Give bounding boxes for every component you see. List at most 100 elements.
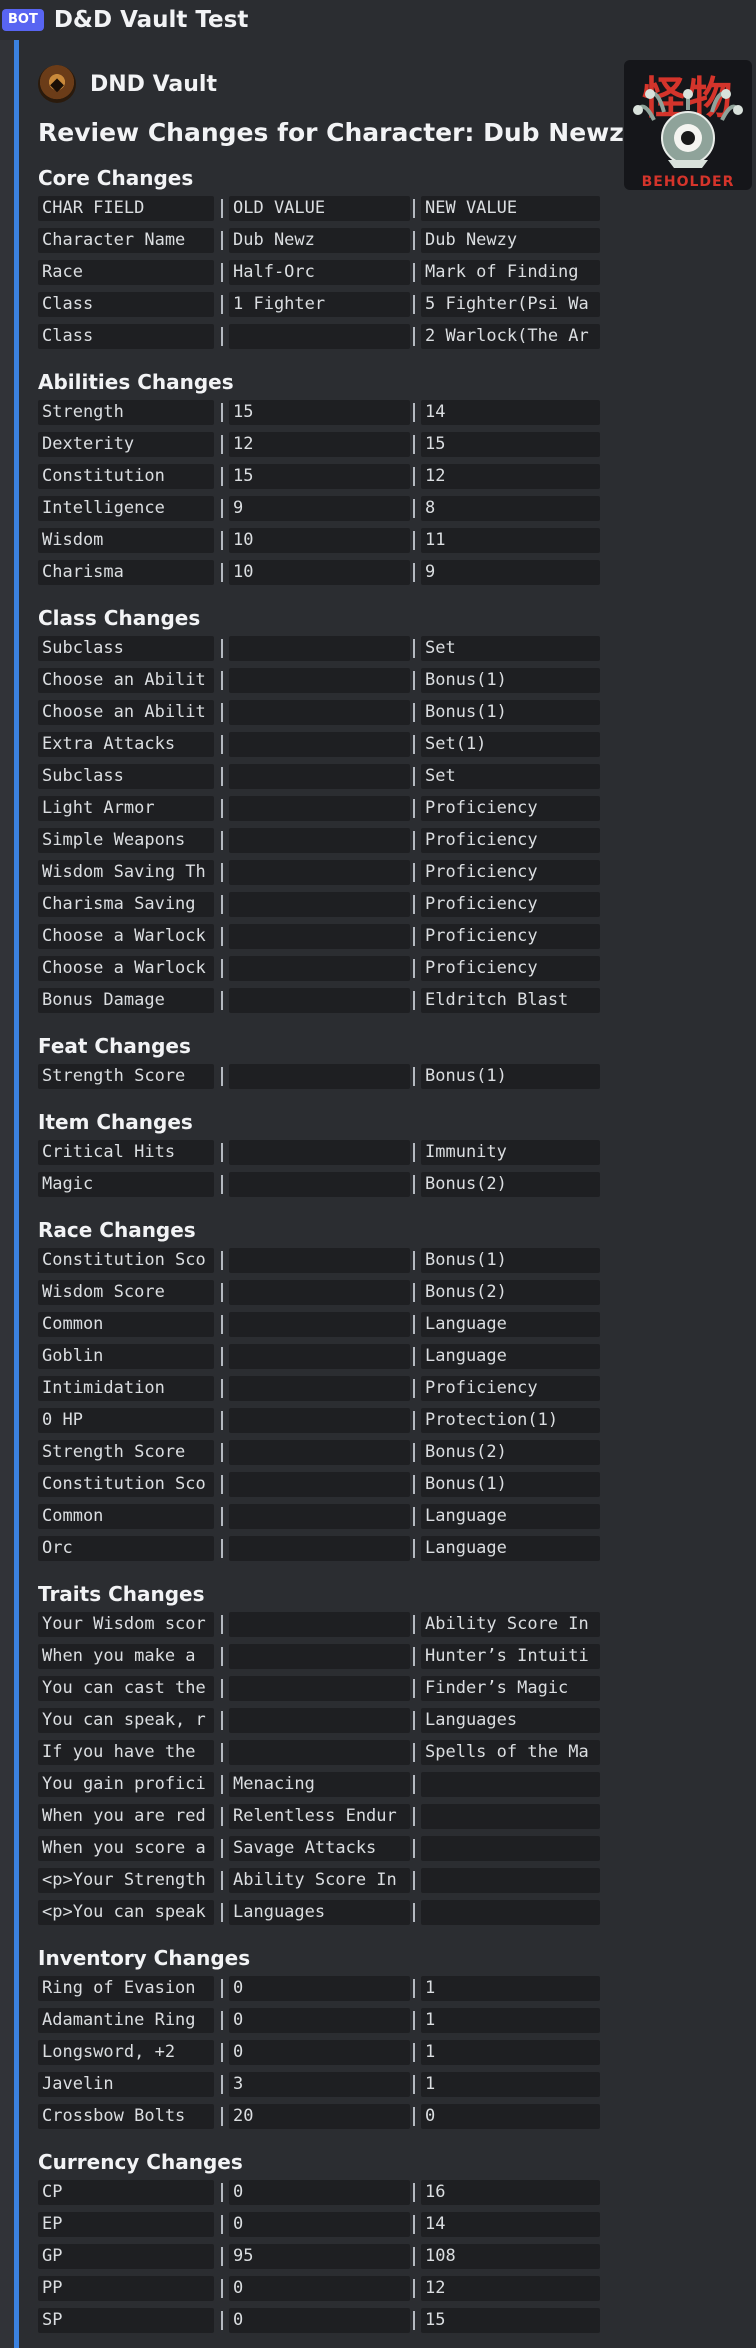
old-value-cell [229, 828, 410, 853]
new-value-cell: Bonus(2) [421, 1440, 600, 1465]
table-row: PP 0 12 [38, 2276, 600, 2301]
column-separator [221, 1067, 223, 1086]
field-cell: Extra Attacks [38, 732, 214, 757]
section-title: Inventory Changes [38, 1946, 251, 1970]
old-value-cell [229, 764, 410, 789]
column-separator [413, 1143, 415, 1162]
field-cell: CP [38, 2180, 214, 2205]
table-row: Wisdom Saving Th Proficiency [38, 860, 600, 885]
field-cell: Bonus Damage [38, 988, 214, 1013]
field-cell: You can cast the [38, 1676, 214, 1701]
column-separator [413, 563, 415, 582]
column-separator [221, 1507, 223, 1526]
old-value-cell: 0 [229, 2212, 410, 2237]
column-separator [221, 499, 223, 518]
old-value-cell [229, 1676, 410, 1701]
new-value-cell: Bonus(1) [421, 1248, 600, 1273]
old-value-cell [229, 1536, 410, 1561]
section-title: Core Changes [38, 166, 194, 190]
field-cell: When you make a [38, 1644, 214, 1669]
channel-title[interactable]: D&D Vault Test [54, 7, 249, 33]
field-cell: CHAR FIELD [38, 196, 214, 221]
column-separator [221, 531, 223, 550]
section-title: Currency Changes [38, 2150, 243, 2174]
field-cell: Common [38, 1312, 214, 1337]
old-value-cell [229, 860, 410, 885]
new-value-cell: Protection(1) [421, 1408, 600, 1433]
new-value-cell [421, 1868, 600, 1893]
new-value-cell: Language [421, 1536, 600, 1561]
column-separator [413, 863, 415, 882]
column-separator [413, 403, 415, 422]
author-name[interactable]: DND Vault [90, 72, 217, 97]
section-title: Class Changes [38, 606, 201, 630]
table-row: Class 2 Warlock(The Ar [38, 324, 600, 349]
table-row: Critical Hits Immunity [38, 1140, 600, 1165]
old-value-cell [229, 1504, 410, 1529]
field-cell: Wisdom Score [38, 1280, 214, 1305]
column-separator [221, 1283, 223, 1302]
column-separator [221, 563, 223, 582]
table-row: Magic Bonus(2) [38, 1172, 600, 1197]
new-value-cell: 1 [421, 2040, 600, 2065]
column-separator [221, 467, 223, 486]
section-title: Race Changes [38, 1218, 196, 1242]
column-separator [221, 1347, 223, 1366]
beholder-thumbnail[interactable]: 怪物 BEHOLDER [624, 60, 752, 190]
old-value-cell [229, 1280, 410, 1305]
new-value-cell: 0 [421, 2104, 600, 2129]
column-separator [413, 1871, 415, 1890]
column-separator [413, 895, 415, 914]
new-value-cell: 9 [421, 560, 600, 585]
new-value-cell: Language [421, 1312, 600, 1337]
column-separator [413, 295, 415, 314]
new-value-cell: Languages [421, 1708, 600, 1733]
table-row: EP 0 14 [38, 2212, 600, 2237]
old-value-cell: 0 [229, 1976, 410, 2001]
message-header: BOT D&D Vault Test [0, 0, 756, 40]
column-separator [221, 639, 223, 658]
column-separator [413, 735, 415, 754]
column-separator [221, 1143, 223, 1162]
old-value-cell: 95 [229, 2244, 410, 2269]
field-cell: Strength [38, 400, 214, 425]
new-value-cell: 12 [421, 2276, 600, 2301]
new-value-cell: Ability Score In [421, 1612, 600, 1637]
new-value-cell: Hunter’s Intuiti [421, 1644, 600, 1669]
column-separator [413, 1251, 415, 1270]
field-cell: Charisma [38, 560, 214, 585]
new-value-cell: 8 [421, 496, 600, 521]
column-separator [413, 1411, 415, 1430]
new-value-cell: Proficiency [421, 828, 600, 853]
table-row: GP 95 108 [38, 2244, 600, 2269]
new-value-cell: 14 [421, 400, 600, 425]
field-cell: You gain profici [38, 1772, 214, 1797]
table-row: When you make a Hunter’s Intuiti [38, 1644, 600, 1669]
field-cell: Longsword, +2 [38, 2040, 214, 2065]
column-separator [413, 671, 415, 690]
new-value-cell: 14 [421, 2212, 600, 2237]
column-separator [221, 1443, 223, 1462]
old-value-cell [229, 988, 410, 1013]
table-row: Choose an Abilit Bonus(1) [38, 700, 600, 725]
field-cell: Critical Hits [38, 1140, 214, 1165]
column-separator [413, 959, 415, 978]
column-separator [221, 2011, 223, 2030]
column-separator [221, 1979, 223, 1998]
field-cell: Crossbow Bolts [38, 2104, 214, 2129]
old-value-cell [229, 1312, 410, 1337]
column-separator [221, 435, 223, 454]
field-cell: You can speak, r [38, 1708, 214, 1733]
column-separator [413, 2011, 415, 2030]
old-value-cell: 0 [229, 2008, 410, 2033]
field-cell: Your Wisdom scor [38, 1612, 214, 1637]
column-separator [413, 1839, 415, 1858]
table-row: SP 0 15 [38, 2308, 600, 2333]
column-separator [221, 703, 223, 722]
column-separator [413, 2075, 415, 2094]
field-cell: Dexterity [38, 432, 214, 457]
old-value-cell [229, 924, 410, 949]
old-value-cell [229, 1472, 410, 1497]
old-value-cell: 0 [229, 2276, 410, 2301]
table-row: CP 0 16 [38, 2180, 600, 2205]
